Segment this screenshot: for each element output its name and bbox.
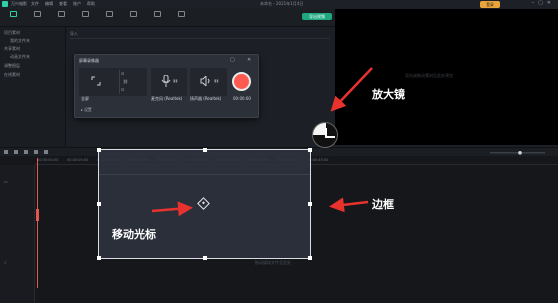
- annotation-arrows: [151, 67, 373, 217]
- annotation-move-cursor: 移动光标: [112, 228, 156, 241]
- arrow-move-cursor: [151, 201, 193, 217]
- arrow-magnifier: [330, 67, 373, 112]
- annotation-border: 边框: [372, 198, 394, 211]
- annotation-magnifier: 放大镜: [372, 88, 405, 101]
- arrow-border: [329, 197, 369, 213]
